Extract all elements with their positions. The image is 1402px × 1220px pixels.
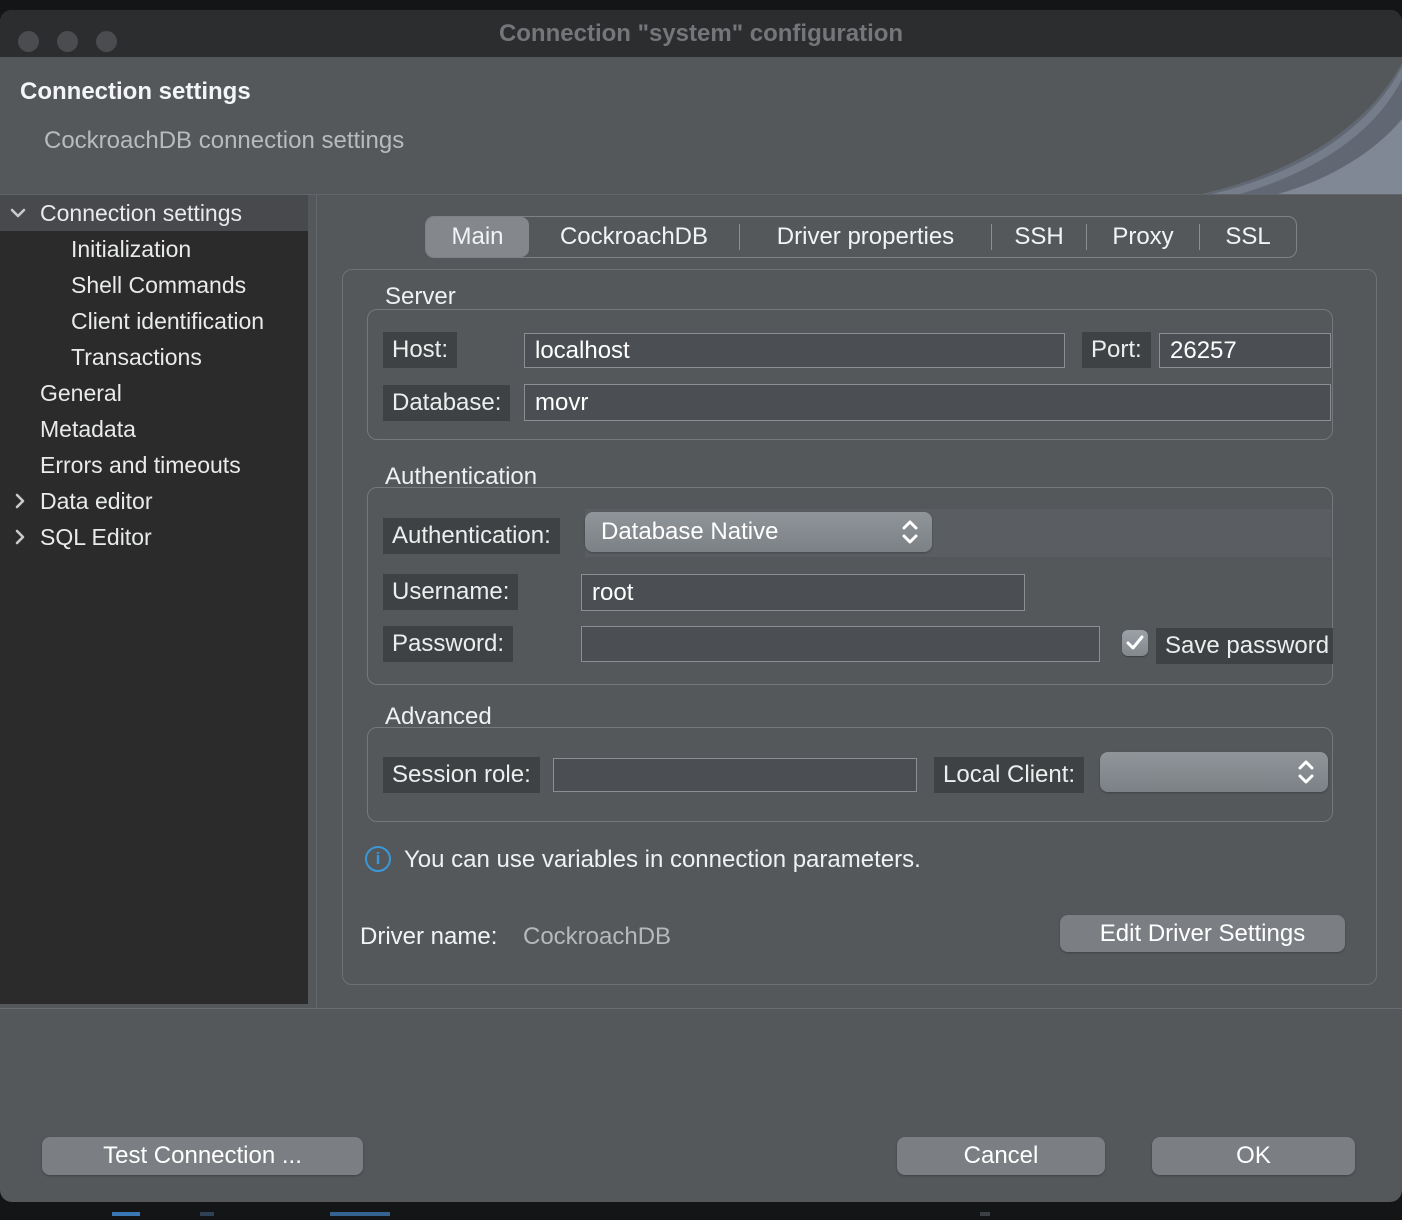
sidebar-divider <box>316 195 317 1008</box>
port-label: Port: <box>1082 332 1151 368</box>
username-label: Username: <box>383 574 518 610</box>
tree-item-errors-and-timeouts[interactable]: Errors and timeouts <box>0 447 308 483</box>
database-label: Database: <box>383 385 510 421</box>
dialog-window: Connection "system" configuration Connec… <box>0 10 1402 1202</box>
desktop-fragment <box>330 1212 390 1216</box>
tree-item-connection-settings[interactable]: Connection settings <box>0 195 308 231</box>
tab-bar: Main CockroachDB Driver properties SSH P… <box>425 216 1297 258</box>
page-title: Connection settings <box>20 78 251 106</box>
test-connection-button[interactable]: Test Connection ... <box>42 1137 363 1175</box>
chevron-right-icon[interactable] <box>10 491 30 511</box>
tree-item-transactions[interactable]: Transactions <box>0 339 308 375</box>
cancel-button[interactable]: Cancel <box>897 1137 1105 1175</box>
window-title: Connection "system" configuration <box>0 10 1402 57</box>
settings-tree: Connection settings Initialization Shell… <box>0 195 308 1004</box>
tab-proxy[interactable]: Proxy <box>1087 217 1199 257</box>
title-bar[interactable]: Connection "system" configuration <box>0 10 1402 57</box>
checkmark-icon <box>1126 635 1144 651</box>
footer-divider <box>0 1008 1402 1009</box>
screen: Connection "system" configuration Connec… <box>0 0 1402 1220</box>
tree-item-data-editor[interactable]: Data editor <box>0 483 308 519</box>
desktop-fragment <box>980 1212 990 1216</box>
authentication-select[interactable]: Database Native <box>585 512 932 552</box>
tab-main[interactable]: Main <box>426 217 529 257</box>
chevron-down-icon[interactable] <box>8 203 28 223</box>
tree-item-general[interactable]: General <box>0 375 308 411</box>
tab-cockroachdb[interactable]: CockroachDB <box>529 217 739 257</box>
driver-name-value: CockroachDB <box>523 923 671 951</box>
port-input[interactable] <box>1159 333 1331 368</box>
desktop-fragment <box>112 1212 140 1216</box>
chevron-right-icon[interactable] <box>10 527 30 547</box>
info-icon: i <box>365 846 391 872</box>
tree-item-sql-editor[interactable]: SQL Editor <box>0 519 308 555</box>
tree-item-initialization[interactable]: Initialization <box>0 231 308 267</box>
host-input[interactable] <box>524 333 1065 368</box>
updown-chevron-icon <box>1296 759 1316 785</box>
local-client-label: Local Client: <box>934 757 1084 793</box>
desktop-strip <box>0 1202 1402 1220</box>
edit-driver-settings-button[interactable]: Edit Driver Settings <box>1060 915 1345 952</box>
password-input[interactable] <box>581 626 1100 662</box>
tree-item-shell-commands[interactable]: Shell Commands <box>0 267 308 303</box>
session-role-label: Session role: <box>383 757 540 793</box>
tab-ssl[interactable]: SSL <box>1200 217 1296 257</box>
info-text: You can use variables in connection para… <box>404 846 921 874</box>
ok-button[interactable]: OK <box>1152 1137 1355 1175</box>
session-role-input[interactable] <box>553 758 917 792</box>
updown-chevron-icon <box>900 519 920 545</box>
decorative-swoosh <box>1150 57 1402 194</box>
host-label: Host: <box>383 332 457 368</box>
database-input[interactable] <box>524 384 1331 421</box>
username-input[interactable] <box>581 574 1025 611</box>
server-group-title: Server <box>385 283 456 311</box>
tree-item-client-identification[interactable]: Client identification <box>0 303 308 339</box>
driver-name-label: Driver name: <box>360 923 497 951</box>
authentication-label: Authentication: <box>383 518 560 554</box>
local-client-select[interactable] <box>1100 752 1328 792</box>
page-subtitle: CockroachDB connection settings <box>44 127 404 155</box>
tab-driver-properties[interactable]: Driver properties <box>740 217 991 257</box>
password-label: Password: <box>383 626 513 662</box>
desktop-fragment <box>200 1212 214 1216</box>
save-password-label[interactable]: Save password <box>1156 628 1333 664</box>
tab-ssh[interactable]: SSH <box>992 217 1086 257</box>
tree-item-metadata[interactable]: Metadata <box>0 411 308 447</box>
save-password-checkbox[interactable] <box>1122 630 1148 656</box>
